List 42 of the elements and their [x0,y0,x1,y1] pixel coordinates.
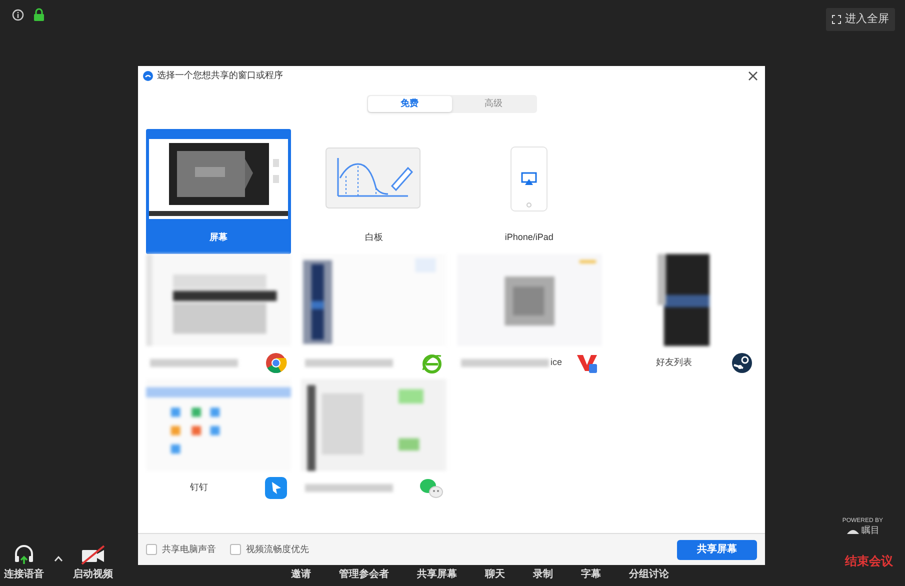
expand-icon [832,14,841,24]
window-label: 好友列表 [654,356,692,370]
tab[interactable]: 免费 [368,96,452,112]
headphones-icon [13,543,35,565]
brand-name: 瞩目 [862,524,880,537]
app-logo-icon [143,71,153,81]
browser-icon [265,352,288,374]
info-icon[interactable] [12,8,24,20]
share-screen-button[interactable]: 共享屏幕 [677,540,757,560]
window-label: ice [550,356,562,370]
source-label: iPhone/iPad [504,231,554,244]
lock-icon[interactable] [34,8,44,21]
source-label: 屏幕 [210,231,228,244]
caret-icon[interactable] [54,556,63,562]
share-source-tile[interactable]: 屏幕 [146,129,292,254]
toolbar-button[interactable]: 录制 [533,567,553,582]
source-label: 白板 [364,231,383,244]
window-tile[interactable]: ice [456,254,602,379]
checkbox[interactable] [230,544,241,555]
chat-bubbles-icon [418,477,442,499]
toolbar-button[interactable]: 分组讨论 [629,567,669,582]
toolbar-button[interactable]: 连接语音 [4,543,44,582]
toolbar-button[interactable]: 共享屏幕 [417,567,457,582]
toolbar-button[interactable]: 管理参会者 [339,567,389,582]
option-label: 共享电脑声音 [162,542,216,556]
fullscreen-button[interactable]: 进入全屏 [826,8,895,30]
v-logo-icon [576,352,598,374]
window-tile[interactable]: 钉钉 [146,379,292,504]
end-meeting-button[interactable]: 结束会议 [845,552,893,570]
close-icon[interactable] [748,71,758,81]
toolbar-button[interactable]: 字幕 [581,567,601,582]
window-tile[interactable]: 好友列表 [612,254,757,379]
option-label: 视频流畅度优先 [246,542,309,556]
phone-airplay-icon [509,145,550,213]
toolbar-button[interactable]: 聊天 [485,567,505,582]
dialog-title: 选择一个您想共享的窗口或程序 [157,69,283,82]
window-label: 钉钉 [189,481,208,494]
toolbar-button[interactable]: 启动视频 [73,545,113,582]
checkbox[interactable] [146,544,157,555]
browser-e-icon [420,352,442,374]
video-off-icon [80,545,106,565]
toolbar-button[interactable]: 邀请 [291,567,311,582]
